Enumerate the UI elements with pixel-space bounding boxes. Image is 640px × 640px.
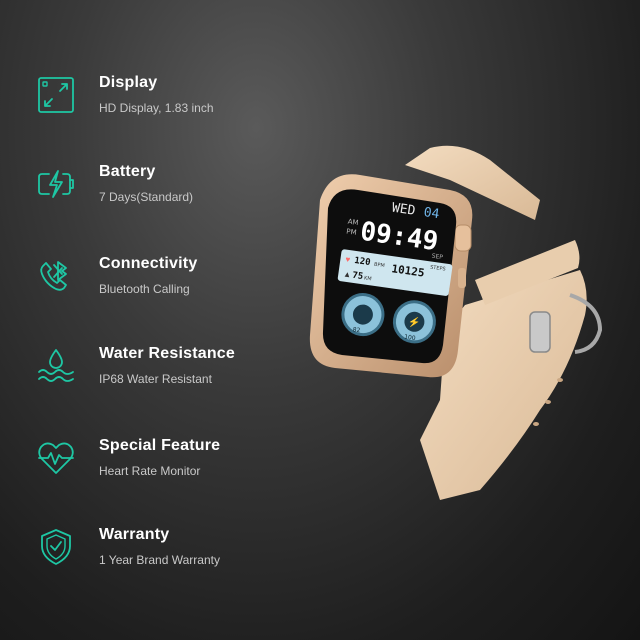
feature-battery: Battery 7 Days(Standard) bbox=[36, 163, 194, 204]
feature-warranty: Warranty 1 Year Brand Warranty bbox=[36, 526, 220, 567]
strap-buckle bbox=[529, 311, 551, 353]
feature-title: Special Feature bbox=[99, 437, 221, 454]
watch-am: AM bbox=[347, 218, 359, 227]
flame-icon: ▲ bbox=[343, 269, 352, 279]
feature-subtitle: 7 Days(Standard) bbox=[99, 190, 194, 204]
feature-water-resistance: Water Resistance IP68 Water Resistant bbox=[36, 345, 235, 386]
feature-subtitle: 1 Year Brand Warranty bbox=[99, 553, 220, 567]
watch-pm: PM bbox=[346, 227, 357, 236]
feature-subtitle: HD Display, 1.83 inch bbox=[99, 101, 214, 115]
feature-special: Special Feature Heart Rate Monitor bbox=[36, 437, 221, 478]
watch-kcal-unit: KM bbox=[364, 275, 372, 282]
battery-icon bbox=[36, 164, 76, 204]
feature-subtitle: Heart Rate Monitor bbox=[99, 464, 201, 478]
feature-title: Battery bbox=[99, 163, 156, 180]
watch-crown bbox=[454, 224, 472, 252]
feature-title: Water Resistance bbox=[99, 345, 235, 362]
shield-check-icon bbox=[36, 527, 76, 567]
feature-subtitle: IP68 Water Resistant bbox=[99, 372, 212, 386]
side-button bbox=[458, 268, 466, 288]
watch-date: 04 bbox=[423, 205, 441, 222]
bluetooth-call-icon bbox=[36, 256, 76, 296]
feature-display: Display HD Display, 1.83 inch bbox=[36, 74, 214, 115]
watch-dial-left-value: 82 bbox=[352, 326, 361, 334]
heart-rate-icon bbox=[36, 438, 76, 478]
feature-title: Connectivity bbox=[99, 255, 198, 272]
feature-title: Display bbox=[99, 74, 158, 91]
water-drop-icon bbox=[36, 346, 76, 386]
watch-kcal: 75 bbox=[352, 271, 364, 282]
smartwatch-image: WED 04 AM PM 09:49 SEP ♥ 120 BPM 10125 S… bbox=[309, 145, 603, 500]
feature-title: Warranty bbox=[99, 526, 170, 543]
display-icon bbox=[36, 75, 76, 115]
feature-subtitle: Bluetooth Calling bbox=[99, 282, 190, 296]
feature-connectivity: Connectivity Bluetooth Calling bbox=[36, 255, 198, 296]
